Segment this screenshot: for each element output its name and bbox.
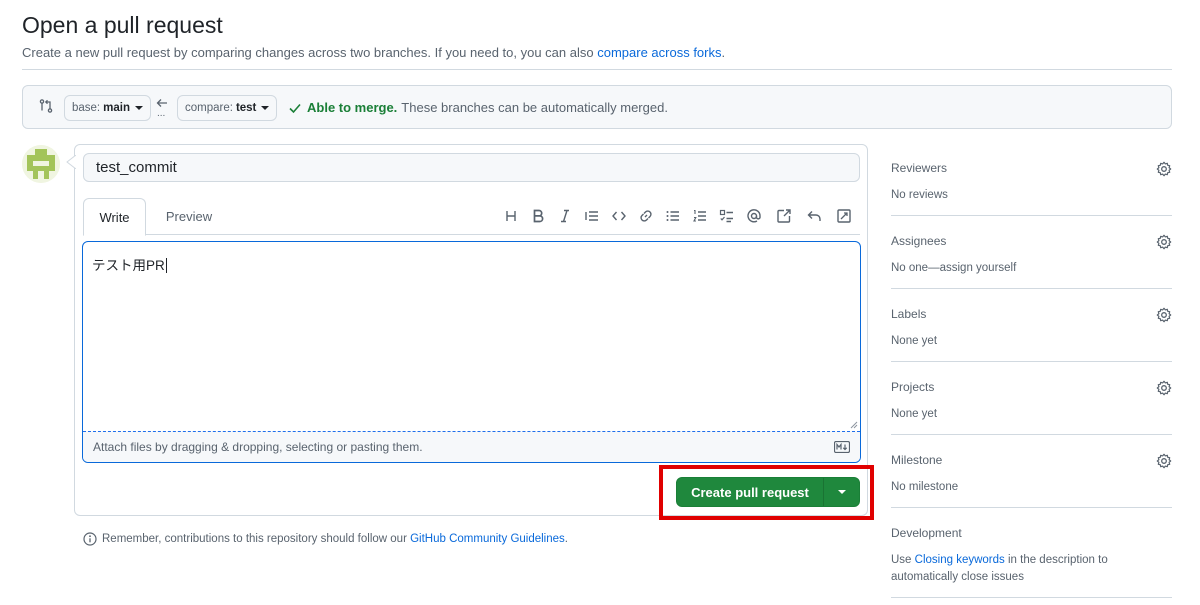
subtitle-text: Create a new pull request by comparing c… [22, 45, 594, 60]
assign-yourself-link[interactable]: assign yourself [940, 262, 1017, 274]
development-title: Development [891, 526, 962, 540]
sidebar-projects: Projects None yet [891, 380, 1172, 423]
ordered-list-icon[interactable] [692, 208, 708, 224]
sidebar-divider [891, 288, 1172, 289]
compare-branch-button[interactable]: compare: test [177, 95, 278, 121]
guidelines-reminder: Remember, contributions to this reposito… [83, 532, 568, 546]
compare-bar: base: main ... compare: test Able to mer… [22, 85, 1172, 129]
task-list-icon[interactable] [719, 208, 735, 224]
pr-body-textarea[interactable]: テスト用PR Attach files by dragging & droppi… [82, 241, 861, 463]
tab-write[interactable]: Write [83, 198, 146, 236]
italic-icon[interactable] [557, 208, 573, 224]
merge-ok-text: Able to merge. [307, 100, 398, 115]
code-icon[interactable] [611, 208, 627, 224]
page-title: Open a pull request [22, 12, 223, 38]
tab-preview[interactable]: Preview [155, 198, 223, 235]
check-icon [289, 103, 301, 113]
base-branch-value: main [103, 102, 130, 114]
identicon-icon [22, 145, 60, 183]
sidebar-assignees: Assignees No one—assign yourself [891, 234, 1172, 277]
projects-value: None yet [891, 408, 938, 420]
pr-title-input[interactable] [83, 153, 860, 182]
subtitle-period: . [721, 45, 726, 60]
cross-reference-icon[interactable] [776, 208, 792, 224]
assignees-title[interactable]: Assignees [891, 234, 1172, 248]
sidebar-milestone: Milestone No milestone [891, 453, 1172, 496]
sidebar-divider [891, 215, 1172, 216]
base-branch-button[interactable]: base: main [64, 95, 151, 121]
compare-branch-label: compare: [185, 102, 233, 114]
reviewers-value: No reviews [891, 189, 948, 201]
labels-value: None yet [891, 335, 938, 347]
unordered-list-icon[interactable] [665, 208, 681, 224]
sidebar-development: Development Use Closing keywords in the … [891, 526, 1172, 586]
gear-icon[interactable] [1156, 307, 1172, 323]
quote-icon[interactable] [584, 208, 600, 224]
mention-icon[interactable] [746, 208, 762, 224]
chevron-down-icon [261, 106, 270, 110]
reminder-period: . [564, 533, 568, 545]
resize-handle-icon[interactable] [850, 421, 858, 429]
milestone-title[interactable]: Milestone [891, 453, 1172, 467]
compare-branch-value: test [235, 102, 257, 114]
title-divider [22, 69, 1172, 70]
pr-body-text: テスト用PR [92, 258, 167, 273]
gear-icon[interactable] [1156, 161, 1172, 177]
projects-title[interactable]: Projects [891, 380, 1172, 394]
git-compare-icon [39, 99, 53, 113]
merge-status: Able to merge. These branches can be aut… [288, 100, 668, 115]
gear-icon[interactable] [1156, 380, 1172, 396]
sidebar-divider [891, 597, 1172, 598]
reminder-text: Remember, contributions to this reposito… [102, 533, 407, 545]
gear-icon[interactable] [1156, 234, 1172, 250]
sidebar-reviewers: Reviewers No reviews [891, 161, 1172, 204]
sidebar-labels: Labels None yet [891, 307, 1172, 350]
sidebar-divider [891, 507, 1172, 508]
highlight-annotation [659, 465, 874, 520]
undo-icon[interactable] [806, 208, 822, 224]
base-branch-label: base: [72, 102, 101, 114]
merge-description: These branches can be automatically merg… [401, 100, 668, 115]
fullscreen-icon[interactable] [836, 208, 852, 224]
link-icon[interactable] [638, 208, 654, 224]
attach-files-bar[interactable]: Attach files by dragging & dropping, sel… [83, 431, 860, 462]
markdown-toolbar [503, 206, 852, 226]
community-guidelines-link[interactable]: GitHub Community Guidelines [410, 533, 565, 545]
reviewers-title[interactable]: Reviewers [891, 161, 1172, 175]
chevron-down-icon [134, 106, 143, 110]
gear-icon[interactable] [1156, 453, 1172, 469]
milestone-value: No milestone [891, 481, 959, 493]
form-pointer [66, 155, 76, 169]
markdown-icon[interactable] [834, 441, 850, 453]
page-subtitle: Create a new pull request by comparing c… [22, 45, 725, 60]
info-icon [83, 532, 97, 546]
bold-icon[interactable] [530, 208, 546, 224]
labels-title[interactable]: Labels [891, 307, 1172, 321]
compare-across-forks-link[interactable]: compare across forks [597, 45, 721, 60]
closing-keywords-link[interactable]: Closing keywords [915, 554, 1005, 566]
heading-icon[interactable] [503, 208, 519, 224]
sidebar-divider [891, 434, 1172, 435]
avatar[interactable] [22, 145, 60, 183]
attach-files-text: Attach files by dragging & dropping, sel… [93, 440, 423, 454]
development-value: Use Closing keywords in the description … [891, 554, 1108, 583]
assignees-value: No one—assign yourself [891, 262, 1017, 274]
arrow-dots: ... [157, 108, 166, 119]
sidebar-divider [891, 361, 1172, 362]
